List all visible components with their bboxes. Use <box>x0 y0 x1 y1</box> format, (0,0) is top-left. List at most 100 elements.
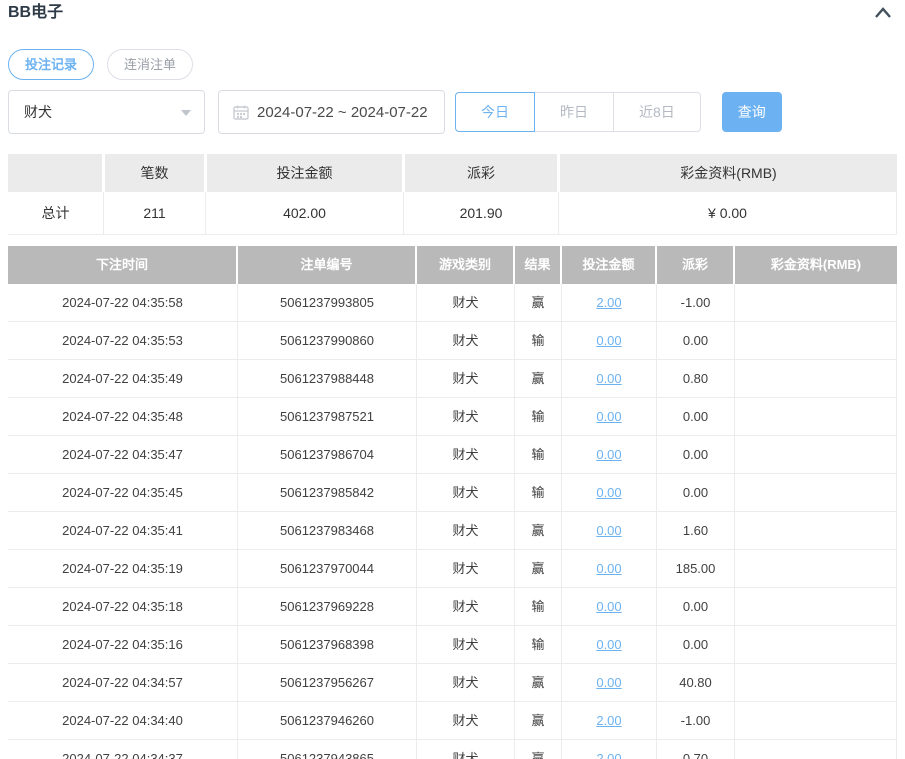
last-8-days-button[interactable]: 近8日 <box>613 92 701 132</box>
bet-amount-link[interactable]: 0.00 <box>596 637 621 652</box>
bet-amount-cell: 0.00 <box>562 474 657 511</box>
result-cell: 输 <box>515 398 562 435</box>
bet-amount-link[interactable]: 2.00 <box>596 295 621 310</box>
result-cell: 输 <box>515 588 562 625</box>
summary-header-bet-amount: 投注金额 <box>207 154 405 192</box>
table-row: 2024-07-22 04:34:40 5061237946260 财犬赢 2.00 -… <box>8 702 897 740</box>
summary-total-payout: 201.90 <box>404 192 559 234</box>
betting-records-panel: BB电子 投注记录 连消注单 财犬 2024-07-22 ~ 2024-07-2… <box>0 0 905 759</box>
summary-header-count: 笔数 <box>105 154 207 192</box>
payout-cell: 0.00 <box>657 436 735 473</box>
col-header-bet-amount: 投注金额 <box>562 246 657 284</box>
bonus-cell <box>735 436 897 473</box>
tab-bet-records[interactable]: 投注记录 <box>8 49 95 80</box>
bet-amount-cell: 0.00 <box>562 322 657 359</box>
bet-time-cell: 2024-07-22 04:35:48 <box>8 398 238 435</box>
order-id-cell: 5061237988448 <box>238 360 417 397</box>
order-id-cell: 5061237946260 <box>238 702 417 739</box>
order-id-cell: 5061237969228 <box>238 588 417 625</box>
payout-cell: 40.80 <box>657 664 735 701</box>
game-type-cell: 财犬 <box>417 588 515 625</box>
table-row: 2024-07-22 04:34:57 5061237956267 财犬赢 0.00 4… <box>8 664 897 702</box>
bet-time-cell: 2024-07-22 04:35:58 <box>8 284 238 321</box>
bet-amount-link[interactable]: 0.00 <box>596 599 621 614</box>
bet-amount-link[interactable]: 0.00 <box>596 447 621 462</box>
table-row: 2024-07-22 04:35:48 5061237987521 财犬输 0.00 0… <box>8 398 897 436</box>
result-cell: 输 <box>515 322 562 359</box>
table-header-row: 下注时间 注单编号 游戏类别 结果 投注金额 派彩 彩金资料(RMB) <box>8 246 897 284</box>
payout-cell: 185.00 <box>657 550 735 587</box>
game-type-cell: 财犬 <box>417 284 515 321</box>
summary-header-row: 笔数 投注金额 派彩 彩金资料(RMB) <box>8 154 897 192</box>
game-type-cell: 财犬 <box>417 702 515 739</box>
bonus-cell <box>735 512 897 549</box>
search-button[interactable]: 查询 <box>721 92 782 132</box>
payout-cell: 1.60 <box>657 512 735 549</box>
bonus-cell <box>735 360 897 397</box>
tab-cancelled-orders[interactable]: 连消注单 <box>107 49 194 80</box>
bonus-cell <box>735 664 897 701</box>
game-type-cell: 财犬 <box>417 512 515 549</box>
payout-cell: 0.00 <box>657 474 735 511</box>
bet-time-cell: 2024-07-22 04:35:19 <box>8 550 238 587</box>
bet-amount-link[interactable]: 0.00 <box>596 485 621 500</box>
result-cell: 赢 <box>515 740 562 759</box>
bonus-cell <box>735 474 897 511</box>
bonus-cell <box>735 588 897 625</box>
table-body: 2024-07-22 04:35:58 5061237993805 财犬赢 2.00-… <box>8 284 897 759</box>
summary-total-bonus: ¥ 0.00 <box>559 192 897 234</box>
bonus-cell <box>735 284 897 321</box>
payout-cell: 0.00 <box>657 626 735 663</box>
bet-time-cell: 2024-07-22 04:35:41 <box>8 512 238 549</box>
table-row: 2024-07-22 04:35:41 5061237983468 财犬赢 0.00 1… <box>8 512 897 550</box>
payout-cell: -1.00 <box>657 284 735 321</box>
summary-total-label: 总计 <box>8 192 104 234</box>
bet-time-cell: 2024-07-22 04:35:49 <box>8 360 238 397</box>
table-row: 2024-07-22 04:35:19 5061237970044 财犬赢 0.00 1… <box>8 550 897 588</box>
yesterday-button[interactable]: 昨日 <box>534 92 614 132</box>
bet-time-cell: 2024-07-22 04:35:16 <box>8 626 238 663</box>
summary-total-count: 211 <box>104 192 206 234</box>
bet-amount-link[interactable]: 0.00 <box>596 409 621 424</box>
order-id-cell: 5061237943865 <box>238 740 417 759</box>
game-type-cell: 财犬 <box>417 360 515 397</box>
bet-amount-cell: 0.00 <box>562 360 657 397</box>
col-header-game-type: 游戏类别 <box>417 246 515 284</box>
game-type-cell: 财犬 <box>417 474 515 511</box>
bonus-cell <box>735 626 897 663</box>
game-select[interactable]: 财犬 <box>8 90 205 134</box>
bet-amount-link[interactable]: 2.00 <box>596 751 621 759</box>
date-range-input[interactable]: 2024-07-22 ~ 2024-07-22 <box>218 90 445 134</box>
order-id-cell: 5061237983468 <box>238 512 417 549</box>
bet-amount-link[interactable]: 2.00 <box>596 713 621 728</box>
bet-amount-cell: 0.00 <box>562 664 657 701</box>
result-cell: 输 <box>515 474 562 511</box>
bet-time-cell: 2024-07-22 04:35:53 <box>8 322 238 359</box>
bet-amount-link[interactable]: 0.00 <box>596 561 621 576</box>
bet-amount-link[interactable]: 0.00 <box>596 675 621 690</box>
today-button[interactable]: 今日 <box>455 92 535 132</box>
result-cell: 赢 <box>515 702 562 739</box>
bet-amount-link[interactable]: 0.00 <box>596 371 621 386</box>
order-id-cell: 5061237986704 <box>238 436 417 473</box>
bet-amount-cell: 2.00 <box>562 740 657 759</box>
bet-amount-cell: 0.00 <box>562 398 657 435</box>
result-cell: 赢 <box>515 512 562 549</box>
bonus-cell <box>735 398 897 435</box>
payout-cell: 0.00 <box>657 398 735 435</box>
bet-amount-link[interactable]: 0.00 <box>596 333 621 348</box>
collapse-button[interactable] <box>871 4 895 25</box>
bet-time-cell: 2024-07-22 04:34:37 <box>8 740 238 759</box>
result-cell: 赢 <box>515 360 562 397</box>
summary-total-bet-amount: 402.00 <box>206 192 404 234</box>
result-cell: 输 <box>515 626 562 663</box>
quick-date-button-group: 今日 昨日 近8日 <box>455 92 701 132</box>
bet-amount-cell: 2.00 <box>562 284 657 321</box>
table-row: 2024-07-22 04:35:18 5061237969228 财犬输 0.00 0… <box>8 588 897 626</box>
bet-amount-link[interactable]: 0.00 <box>596 523 621 538</box>
col-header-payout: 派彩 <box>657 246 735 284</box>
bonus-cell <box>735 550 897 587</box>
bet-amount-cell: 0.00 <box>562 436 657 473</box>
col-header-bonus: 彩金资料(RMB) <box>735 246 897 284</box>
game-type-cell: 财犬 <box>417 740 515 759</box>
